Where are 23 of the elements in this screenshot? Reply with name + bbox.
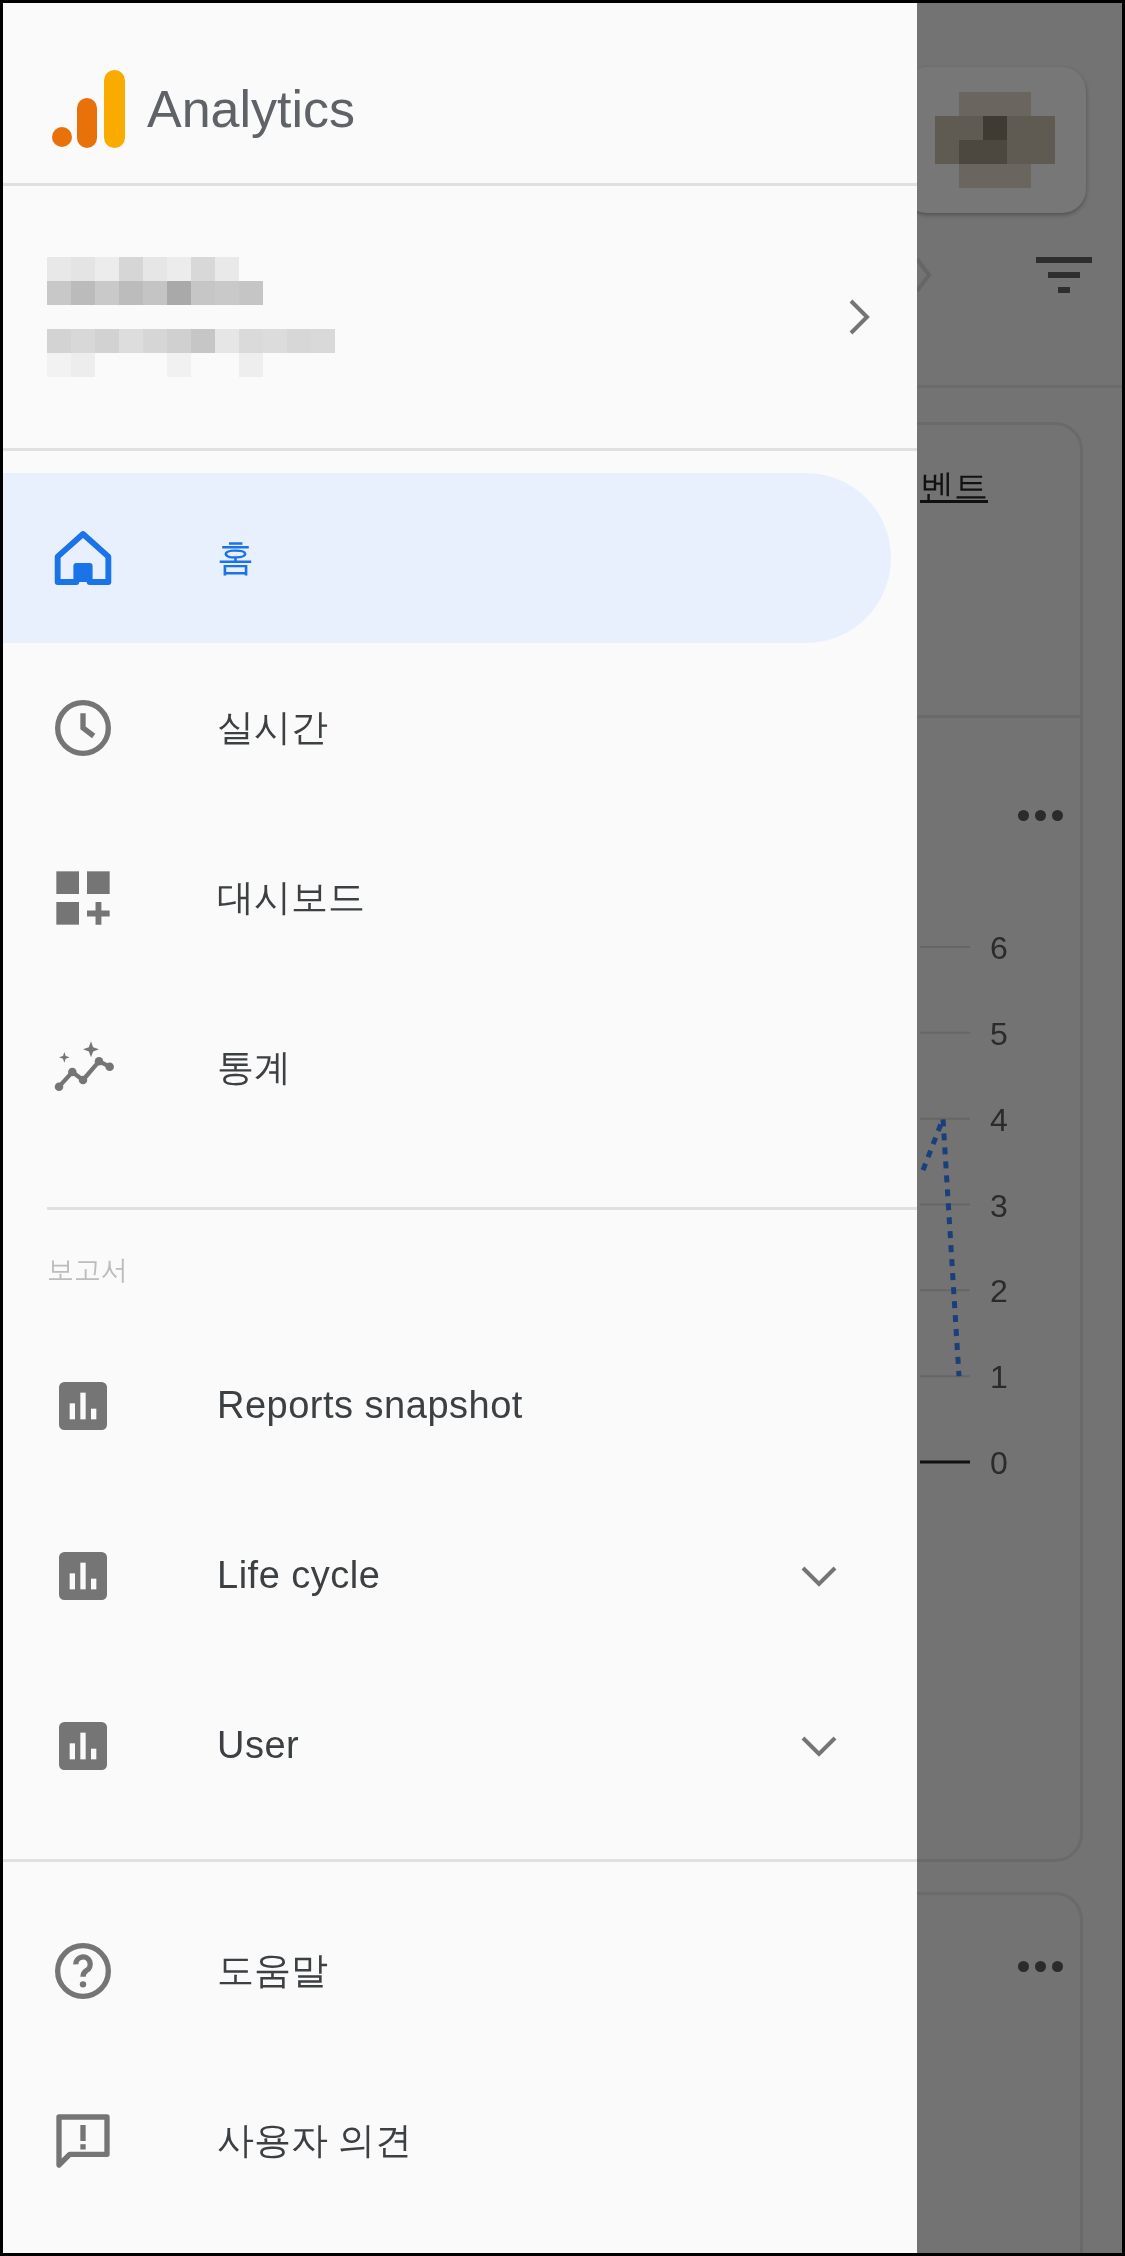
more-icon[interactable] bbox=[1018, 1961, 1063, 1972]
axis-tick-label: 5 bbox=[990, 1015, 1008, 1052]
axis-tick-label: 1 bbox=[990, 1359, 1008, 1396]
axis-tick-label: 3 bbox=[990, 1187, 1008, 1224]
axis-tick-label: 4 bbox=[990, 1101, 1008, 1138]
logo-icon bbox=[51, 70, 125, 148]
more-icon[interactable] bbox=[1018, 810, 1063, 821]
baseline bbox=[920, 1460, 970, 1464]
report-item[interactable]: User bbox=[3, 1660, 891, 1831]
axis-tick-label: 0 bbox=[990, 1445, 1008, 1481]
nav-item[interactable]: 통계 bbox=[3, 983, 891, 1153]
section-heading: 보고서 bbox=[46, 1254, 129, 1287]
axis-tick-label: 6 bbox=[990, 930, 1008, 966]
nav-item[interactable]: 홈 bbox=[3, 473, 891, 643]
axis-tick-label: 2 bbox=[990, 1273, 1008, 1310]
filter-icon[interactable] bbox=[1036, 257, 1092, 293]
report-item[interactable]: Reports snapshot bbox=[3, 1320, 891, 1491]
report-item[interactable]: Life cycle bbox=[3, 1490, 891, 1661]
nav-item[interactable]: 실시간 bbox=[3, 643, 891, 813]
nav-item[interactable]: 도움말 bbox=[3, 1885, 891, 2056]
app-title: Analytics bbox=[147, 79, 356, 140]
nav-item[interactable]: 사용자 의견 bbox=[3, 2055, 891, 2226]
nav-item[interactable]: 대시보드 bbox=[3, 813, 891, 983]
